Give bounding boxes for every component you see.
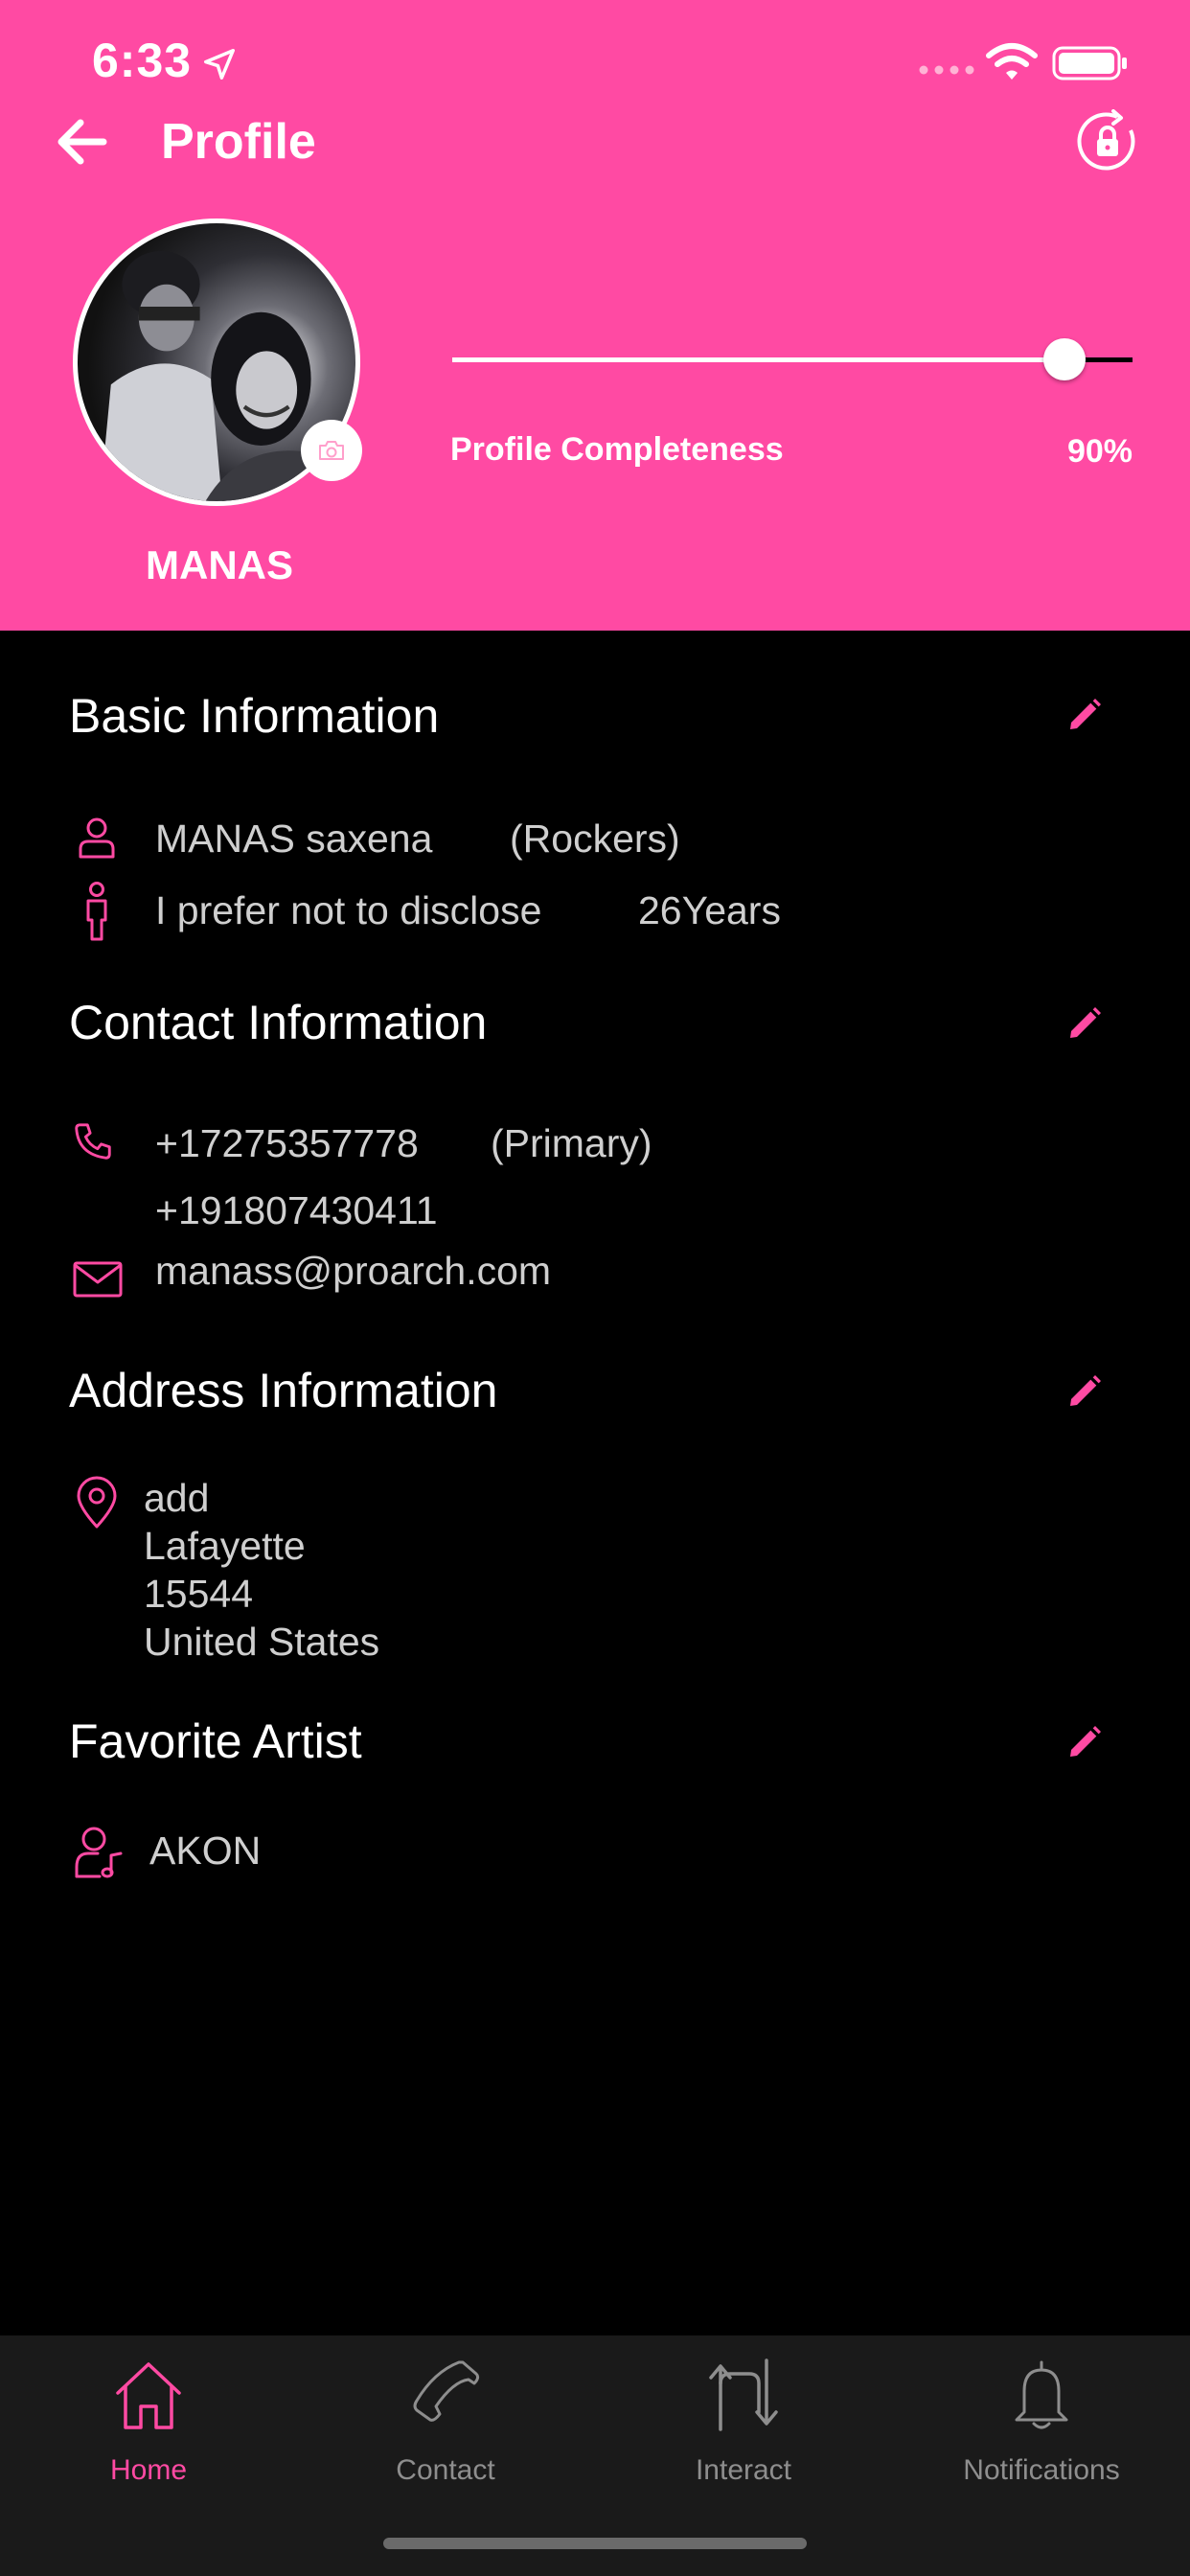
age: 26Years <box>638 888 781 932</box>
address-information-title: Address Information <box>69 1364 498 1417</box>
completeness-label: Profile Completeness <box>450 431 784 468</box>
change-photo-button[interactable] <box>301 420 362 481</box>
tab-contact[interactable]: Contact <box>297 2335 594 2489</box>
tab-interact-label: Interact <box>695 2454 792 2486</box>
gender: I prefer not to disclose <box>155 888 542 932</box>
signal-icon <box>919 65 974 75</box>
favorite-artist-title: Favorite Artist <box>69 1714 362 1768</box>
edit-basic-info-icon[interactable] <box>1065 696 1104 734</box>
artist-music-icon <box>75 1827 123 1878</box>
group-name: (Rockers) <box>510 816 680 861</box>
camera-icon <box>319 441 344 460</box>
tab-home-label: Home <box>109 2454 188 2486</box>
basic-information-title: Basic Information <box>69 689 440 743</box>
tab-notifications-label: Notifications <box>963 2454 1120 2486</box>
lock-reset-icon[interactable] <box>1075 109 1140 174</box>
person-icon <box>79 817 115 859</box>
contact-information-title: Contact Information <box>69 996 488 1049</box>
primary-tag: (Primary) <box>491 1121 652 1165</box>
profile-header: 6:33 Profile MANAS Profile Completeness … <box>0 0 1190 631</box>
completeness-slider-thumb[interactable] <box>1043 338 1086 380</box>
mail-icon <box>73 1261 123 1298</box>
back-arrow-icon[interactable] <box>54 115 109 169</box>
home-indicator <box>383 2538 807 2549</box>
tab-interact[interactable]: Interact <box>595 2335 892 2489</box>
favorite-artist-name: AKON <box>149 1828 262 1873</box>
interact-arrows-icon <box>709 2358 778 2431</box>
address-line-2: Lafayette <box>144 1524 306 1568</box>
phone-icon <box>413 2360 480 2422</box>
phone-secondary[interactable]: +191807430411 <box>155 1188 438 1233</box>
profile-username: MANAS <box>146 542 293 587</box>
location-pin-icon <box>77 1476 117 1529</box>
wifi-icon <box>986 43 1038 80</box>
location-arrow-icon <box>204 49 235 80</box>
address-line-1: add <box>144 1476 210 1520</box>
page-title: Profile <box>161 114 316 170</box>
edit-favorite-artist-icon[interactable] <box>1065 1723 1104 1761</box>
tab-contact-label: Contact <box>396 2454 495 2486</box>
tab-notifications[interactable]: Notifications <box>893 2335 1190 2489</box>
address-line-3: 15544 <box>144 1572 254 1616</box>
battery-icon <box>1052 46 1127 80</box>
completeness-value: 90% <box>1066 433 1133 470</box>
gender-icon <box>86 882 107 941</box>
address-line-4: United States <box>144 1620 380 1664</box>
tab-home[interactable]: Home <box>0 2335 297 2489</box>
home-icon <box>116 2362 181 2429</box>
bell-icon <box>1015 2360 1068 2429</box>
phone-icon <box>75 1123 111 1160</box>
full-name: MANAS saxena <box>155 816 433 861</box>
email[interactable]: manass@proarch.com <box>155 1249 551 1294</box>
completeness-slider-track[interactable] <box>452 357 1133 362</box>
edit-address-info-icon[interactable] <box>1065 1372 1104 1411</box>
edit-contact-info-icon[interactable] <box>1065 1004 1104 1043</box>
phone-primary[interactable]: +17275357778 <box>155 1121 419 1166</box>
status-time: 6:33 <box>92 34 193 87</box>
